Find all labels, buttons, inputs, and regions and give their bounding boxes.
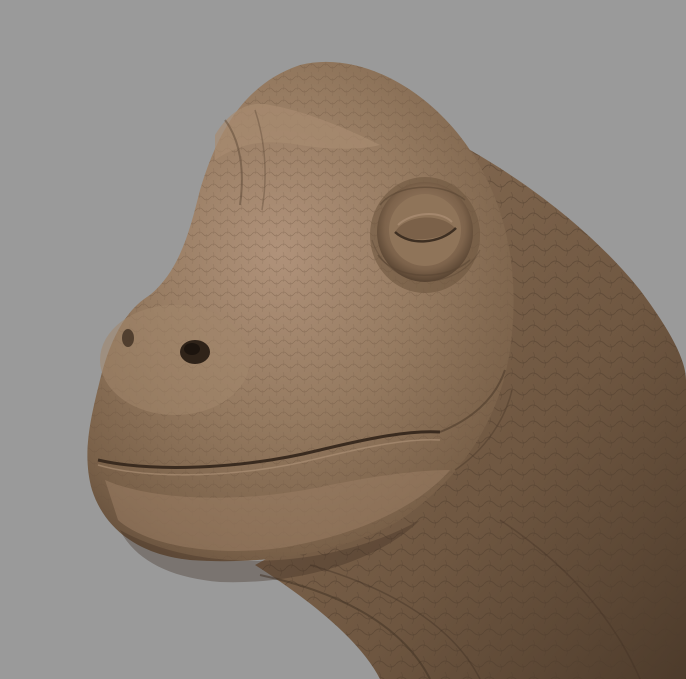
render-viewport: [0, 0, 686, 679]
nostril-left: [122, 329, 134, 347]
dinosaur-sculpt-render: [0, 0, 686, 679]
snout: [100, 305, 250, 415]
